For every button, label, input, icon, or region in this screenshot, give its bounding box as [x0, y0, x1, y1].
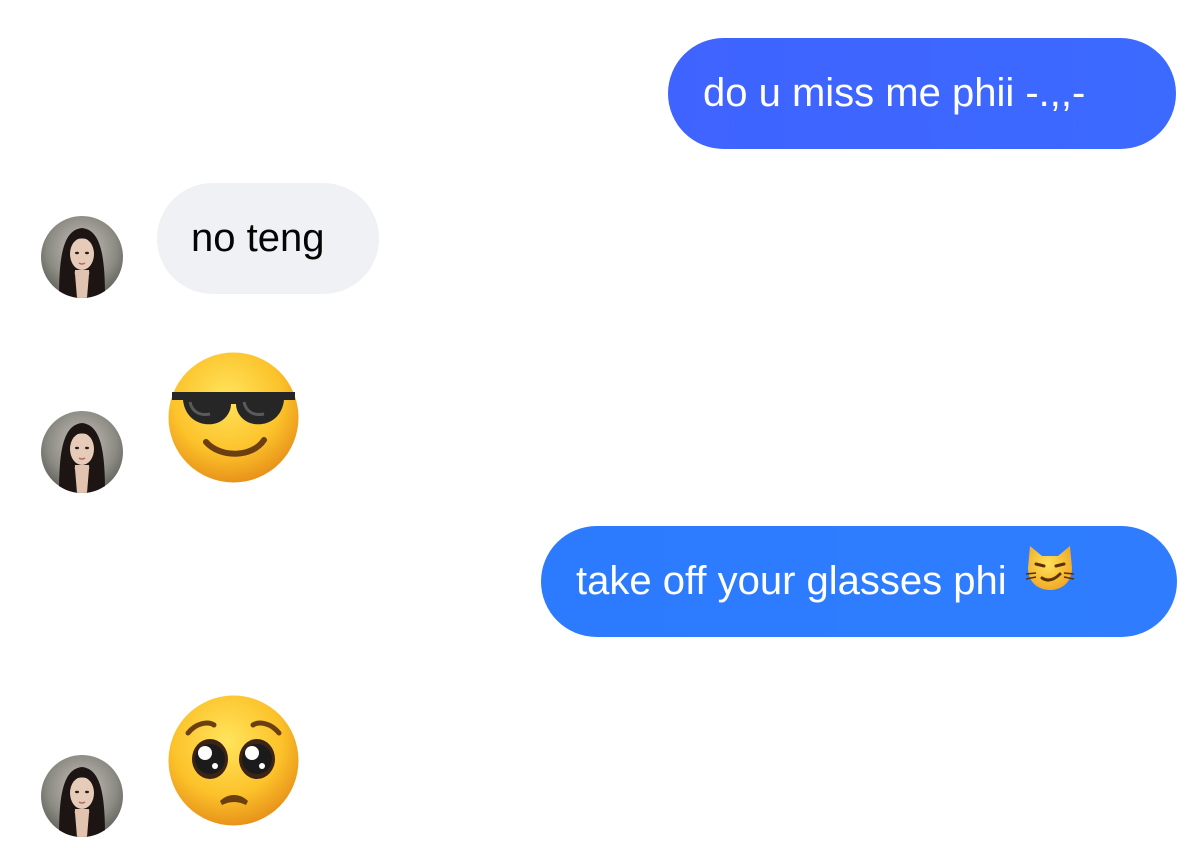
sunglasses-emoji-icon[interactable]: [166, 350, 301, 485]
chat-thread: do u miss me phii -.,,- no teng take off…: [0, 0, 1199, 848]
contact-avatar[interactable]: [41, 755, 123, 837]
outgoing-message-bubble[interactable]: do u miss me phii -.,,-: [668, 38, 1176, 149]
contact-avatar[interactable]: [41, 411, 123, 493]
avatar-photo-icon: [41, 216, 123, 298]
message-text: take off your glasses phi: [576, 559, 1018, 603]
avatar-photo-icon: [41, 755, 123, 837]
cat-wry-smile-emoji-icon: [1024, 524, 1076, 635]
outgoing-message-bubble[interactable]: take off your glasses phi: [541, 526, 1177, 637]
message-text: no teng: [191, 216, 325, 260]
pleading-face-emoji-icon[interactable]: [166, 693, 301, 828]
incoming-message-bubble[interactable]: no teng: [157, 183, 379, 294]
contact-avatar[interactable]: [41, 216, 123, 298]
message-text: do u miss me phii -.,,-: [703, 71, 1086, 115]
avatar-photo-icon: [41, 411, 123, 493]
